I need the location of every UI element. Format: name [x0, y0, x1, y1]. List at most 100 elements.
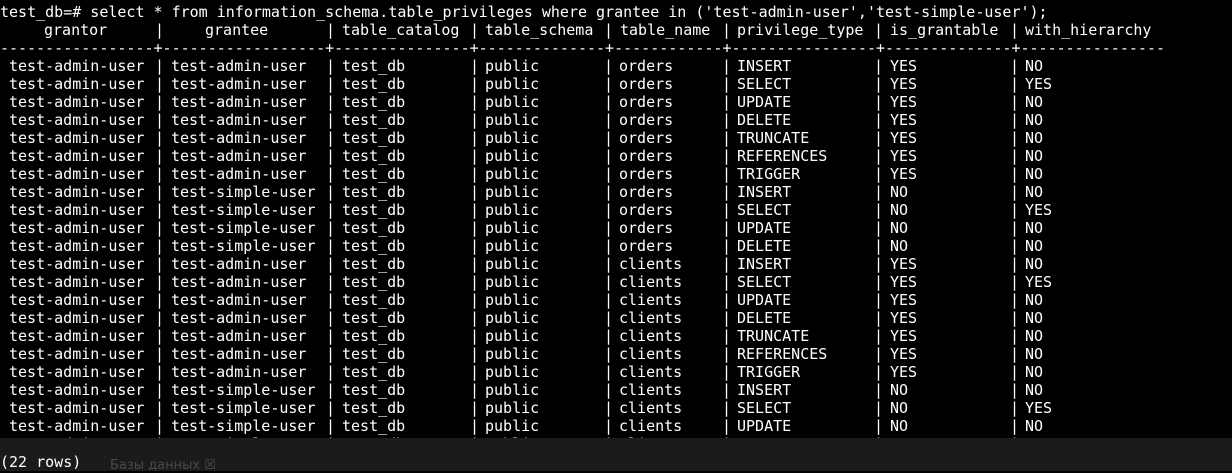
- cell-privilege-type: INSERT: [737, 183, 792, 201]
- cell-is-grantable: YES: [890, 165, 918, 183]
- cell-table-schema: public: [485, 255, 540, 273]
- column-divider: |: [1010, 255, 1020, 273]
- column-divider: |: [874, 345, 884, 363]
- cell-table-name: orders: [619, 93, 674, 111]
- column-divider: |: [874, 255, 884, 273]
- cell-table-catalog: test_db: [342, 309, 406, 327]
- cell-grantor: test-admin-user: [9, 183, 145, 201]
- column-divider: |: [874, 57, 884, 75]
- cell-grantor: test-admin-user: [9, 255, 145, 273]
- column-divider: |: [604, 165, 614, 183]
- column-divider: |: [1010, 219, 1020, 237]
- column-divider: |: [155, 273, 165, 291]
- terminal-window[interactable]: test_db=# select * from information_sche…: [0, 0, 1232, 473]
- column-divider: |: [326, 219, 336, 237]
- column-divider: |: [326, 75, 336, 93]
- column-divider: |: [722, 147, 732, 165]
- cell-table-catalog: test_db: [342, 147, 406, 165]
- column-divider: |: [722, 417, 732, 435]
- cell-grantor: test-admin-user: [9, 111, 145, 129]
- cell-grantee: test-simple-user: [171, 219, 316, 237]
- cell-table-schema: public: [485, 111, 540, 129]
- cell-table-catalog: test_db: [342, 129, 406, 147]
- cell-is-grantable: YES: [890, 363, 918, 381]
- cell-with-hierarchy: NO: [1025, 219, 1044, 237]
- cell-is-grantable: NO: [890, 381, 909, 399]
- column-divider: |: [155, 93, 165, 111]
- cell-with-hierarchy: NO: [1025, 93, 1044, 111]
- cell-grantee: test-simple-user: [171, 201, 316, 219]
- cell-table-schema: public: [485, 399, 540, 417]
- cell-table-name: clients: [619, 363, 683, 381]
- cell-table-name: orders: [619, 57, 674, 75]
- column-divider: |: [155, 399, 165, 417]
- cell-table-name: orders: [619, 129, 674, 147]
- column-divider: |: [326, 363, 336, 381]
- cell-table-schema: public: [485, 201, 540, 219]
- cell-with-hierarchy: NO: [1025, 165, 1044, 183]
- cell-is-grantable: YES: [890, 345, 918, 363]
- cell-privilege-type: TRIGGER: [737, 363, 801, 381]
- cell-table-catalog: test_db: [342, 237, 406, 255]
- cell-grantee: test-admin-user: [171, 57, 307, 75]
- column-divider: |: [470, 111, 480, 129]
- cell-grantee: test-admin-user: [171, 75, 307, 93]
- cell-table-catalog: test_db: [342, 399, 406, 417]
- cell-privilege-type: SELECT: [737, 273, 792, 291]
- cell-grantor: test-admin-user: [9, 345, 145, 363]
- cell-is-grantable: NO: [890, 201, 909, 219]
- column-divider: |: [604, 291, 614, 309]
- column-header-privilege-type: privilege_type: [737, 21, 864, 39]
- cell-table-name: orders: [619, 237, 674, 255]
- table-header-separator: -----------------+------------------+---…: [0, 39, 1165, 57]
- column-header-grantor: grantor: [44, 21, 108, 39]
- column-divider: |: [722, 345, 732, 363]
- cell-table-name: orders: [619, 75, 674, 93]
- column-divider: |: [722, 129, 732, 147]
- column-divider: |: [326, 273, 336, 291]
- cell-grantee: test-simple-user: [171, 417, 316, 435]
- column-divider: |: [470, 57, 480, 75]
- cell-table-catalog: test_db: [342, 111, 406, 129]
- column-divider: |: [1010, 57, 1020, 75]
- cell-grantor: test-admin-user: [9, 75, 145, 93]
- cell-table-name: clients: [619, 381, 683, 399]
- cell-with-hierarchy: NO: [1025, 345, 1044, 363]
- column-divider: |: [470, 273, 480, 291]
- column-divider: |: [722, 165, 732, 183]
- column-divider: |: [1010, 417, 1020, 435]
- column-divider: |: [155, 57, 165, 75]
- cell-table-catalog: test_db: [342, 363, 406, 381]
- column-header-table-name: table_name: [620, 21, 711, 39]
- column-divider: |: [155, 345, 165, 363]
- column-divider: |: [155, 291, 165, 309]
- cell-grantee: test-simple-user: [171, 399, 316, 417]
- cell-grantee: test-simple-user: [171, 183, 316, 201]
- cell-table-catalog: test_db: [342, 219, 406, 237]
- cell-table-catalog: test_db: [342, 201, 406, 219]
- column-divider: |: [874, 291, 884, 309]
- column-divider: |: [470, 255, 480, 273]
- column-divider: |: [1010, 237, 1020, 255]
- column-divider: |: [874, 165, 884, 183]
- column-divider: |: [722, 363, 732, 381]
- column-divider: |: [604, 309, 614, 327]
- cell-with-hierarchy: NO: [1025, 309, 1044, 327]
- column-divider: |: [155, 183, 165, 201]
- cell-grantor: test-admin-user: [9, 417, 145, 435]
- cell-grantor: test-admin-user: [9, 327, 145, 345]
- column-divider: |: [722, 93, 732, 111]
- cell-table-name: clients: [619, 399, 683, 417]
- column-divider: |: [326, 381, 336, 399]
- column-divider: |: [1010, 75, 1020, 93]
- cell-table-schema: public: [485, 327, 540, 345]
- column-divider: |: [155, 381, 165, 399]
- cell-table-name: orders: [619, 111, 674, 129]
- cell-table-schema: public: [485, 129, 540, 147]
- column-header-is-grantable: is_grantable: [890, 21, 999, 39]
- cell-table-catalog: test_db: [342, 255, 406, 273]
- column-divider: |: [470, 345, 480, 363]
- cell-is-grantable: YES: [890, 291, 918, 309]
- column-divider: |: [326, 93, 336, 111]
- column-divider: |: [326, 111, 336, 129]
